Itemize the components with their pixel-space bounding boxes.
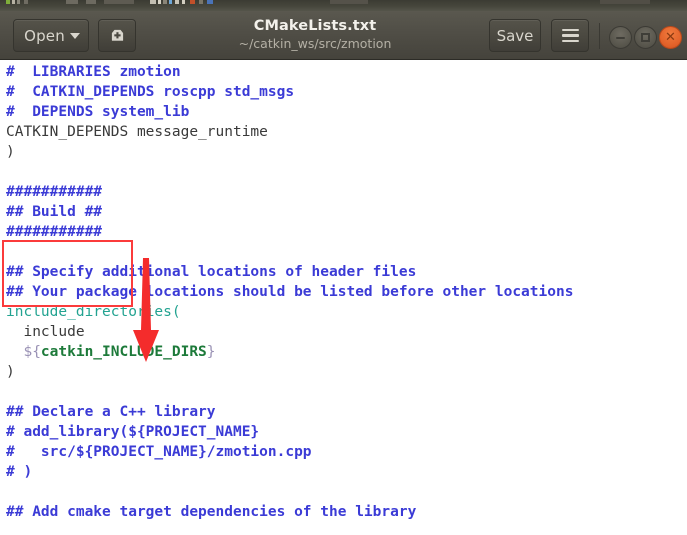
code-line: ## Declare a C++ library	[6, 402, 573, 422]
code-line: CATKIN_DEPENDS message_runtime	[6, 122, 573, 142]
close-button[interactable]: ✕	[659, 26, 682, 49]
code-span: }	[206, 344, 216, 360]
code-line: ${catkin_INCLUDE_DIRS}	[6, 342, 573, 362]
minimize-icon	[616, 36, 625, 39]
code-span: ${	[6, 344, 41, 360]
code-span: ## Add cmake target dependencies of the …	[6, 504, 417, 520]
code-line: # )	[6, 462, 573, 482]
code-line: ###########	[6, 222, 573, 242]
code-span: # src/${PROJECT_NAME}/zmotion.cpp	[6, 444, 312, 460]
code-span: ###########	[6, 224, 103, 240]
panel-icons-sliver	[0, 0, 687, 5]
code-line: # CATKIN_DEPENDS roscpp std_msgs	[6, 82, 573, 102]
code-span: catkin_INCLUDE_DIRS	[40, 344, 207, 360]
code-content[interactable]: # LIBRARIES zmotion # CATKIN_DEPENDS rosc…	[6, 62, 573, 522]
code-span: # DEPENDS system_lib	[6, 104, 190, 120]
document-path: ~/catkin_ws/src/zmotion	[238, 35, 392, 51]
code-span: # )	[6, 464, 33, 480]
close-icon: ✕	[665, 29, 676, 45]
code-span: # add_library(${PROJECT_NAME}	[6, 424, 260, 440]
page-title: CMakeLists.txt	[253, 18, 377, 34]
code-line: # LIBRARIES zmotion	[6, 62, 573, 82]
code-line: ## Your package locations should be list…	[6, 282, 573, 302]
code-line: include_directories(	[6, 302, 573, 322]
title-block: CMakeLists.txt ~/catkin_ws/src/zmotion	[150, 18, 480, 51]
code-span: ## Specify additional locations of heade…	[6, 264, 417, 280]
code-span: ## Declare a C++ library	[6, 404, 216, 420]
minimize-button[interactable]	[609, 26, 632, 49]
open-button[interactable]: Open	[13, 19, 89, 52]
code-span: (	[171, 304, 181, 320]
code-line: ###########	[6, 182, 573, 202]
desktop-panel-sliver	[0, 0, 687, 11]
maximize-icon	[641, 33, 650, 42]
save-document-icon	[111, 29, 123, 41]
code-span: # LIBRARIES zmotion	[6, 64, 181, 80]
code-span: ###########	[6, 184, 103, 200]
text-editor-window: Open CMakeLists.txt ~/catkin_ws/src/zmot…	[0, 0, 687, 535]
code-span: include_directories	[6, 304, 172, 320]
code-line: )	[6, 362, 573, 382]
code-line: ## Specify additional locations of heade…	[6, 262, 573, 282]
code-line: )	[6, 142, 573, 162]
maximize-button[interactable]	[634, 26, 657, 49]
chevron-down-icon	[69, 32, 80, 39]
code-line: # DEPENDS system_lib	[6, 102, 573, 122]
editor-area[interactable]: # LIBRARIES zmotion # CATKIN_DEPENDS rosc…	[0, 60, 687, 535]
save-document-button[interactable]	[98, 19, 136, 52]
code-span: CATKIN_DEPENDS message_runtime	[6, 124, 268, 140]
code-span: )	[6, 144, 15, 160]
code-line: ## Add cmake target dependencies of the …	[6, 502, 573, 522]
open-button-label: Open	[24, 26, 65, 45]
window-titlebar: Open CMakeLists.txt ~/catkin_ws/src/zmot…	[0, 11, 687, 60]
code-span: ## Build ##	[6, 204, 103, 220]
save-button[interactable]: Save	[489, 19, 541, 52]
save-button-label: Save	[496, 26, 534, 45]
code-span: # CATKIN_DEPENDS roscpp std_msgs	[6, 84, 295, 100]
menu-button[interactable]	[551, 19, 589, 52]
code-span: )	[6, 364, 15, 380]
code-line: # src/${PROJECT_NAME}/zmotion.cpp	[6, 442, 573, 462]
titlebar-divider	[599, 23, 600, 49]
code-line: ## Build ##	[6, 202, 573, 222]
code-line: # add_library(${PROJECT_NAME}	[6, 422, 573, 442]
hamburger-menu-icon	[561, 29, 579, 42]
code-span: ## Your package locations should be list…	[6, 284, 574, 300]
code-line: include	[6, 322, 573, 342]
code-span: include	[6, 324, 85, 340]
